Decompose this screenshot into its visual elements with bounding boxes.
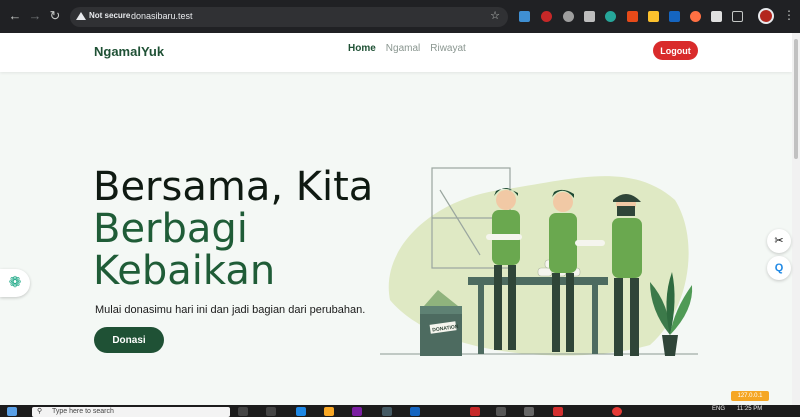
extension-icon[interactable] [627, 11, 638, 22]
forward-arrow-icon[interactable]: → [28, 9, 42, 23]
address-bar[interactable]: Not secure donasibaru.test ☆ [70, 7, 508, 27]
ip-badge: 127.0.0.1 [731, 391, 769, 401]
browser-toolbar: ← → ↻ Not secure donasibaru.test ☆ ⋮ [0, 0, 800, 33]
scrollbar-thumb[interactable] [794, 39, 798, 159]
q-assistant-icon[interactable]: Q [767, 256, 791, 280]
word-icon[interactable] [410, 407, 420, 416]
clock-time[interactable]: 11:25 PM [737, 406, 762, 412]
taskbar-app-icon[interactable] [266, 407, 276, 416]
hero-title-line-1: Bersama, Kita [93, 164, 374, 210]
taskbar-app-icon[interactable] [352, 407, 362, 416]
nav-home[interactable]: Home [348, 43, 376, 54]
extension-icon[interactable] [648, 11, 659, 22]
hero-title-line-3: Kebaikan [93, 248, 276, 294]
taskbar-app-icon[interactable] [553, 407, 563, 416]
taskbar-app-icon[interactable] [496, 407, 506, 416]
extension-icon[interactable] [541, 11, 552, 22]
hero-subtitle: Mulai donasimu hari ini dan jadi bagian … [95, 304, 366, 316]
extension-icon[interactable] [519, 11, 530, 22]
acrobat-icon[interactable] [470, 407, 480, 416]
logout-button[interactable]: Logout [653, 41, 698, 60]
language-indicator[interactable]: ENG [712, 406, 725, 412]
reload-icon[interactable]: ↻ [48, 9, 62, 23]
profile-avatar[interactable] [758, 8, 774, 24]
star-icon[interactable]: ☆ [490, 9, 500, 22]
search-icon: ⚲ [37, 408, 43, 415]
extension-icon[interactable] [584, 11, 595, 22]
windows-taskbar: ⚲ Type here to search ENG 11:25 PM [0, 405, 800, 417]
extension-icon[interactable] [669, 11, 680, 22]
file-explorer-icon[interactable] [324, 407, 334, 416]
scissors-icon[interactable]: ✂ [767, 229, 791, 253]
more-menu-icon[interactable]: ⋮ [783, 8, 795, 22]
security-label: Not secure [89, 11, 131, 20]
chrome-icon[interactable] [612, 407, 622, 416]
main-nav: Home Ngamal Riwayat [348, 43, 466, 54]
warning-icon [76, 11, 86, 20]
volunteers-illustration: DONATION [380, 167, 698, 356]
nav-ngamal[interactable]: Ngamal [386, 43, 420, 54]
extensions-puzzle-icon[interactable] [732, 11, 743, 22]
taskbar-search-placeholder: Type here to search [52, 408, 114, 415]
extension-icon[interactable] [711, 11, 722, 22]
taskbar-app-icon[interactable] [382, 407, 392, 416]
taskbar-app-icon[interactable] [524, 407, 534, 416]
extension-icon[interactable] [690, 11, 701, 22]
nav-riwayat[interactable]: Riwayat [430, 43, 466, 54]
taskbar-search[interactable]: ⚲ Type here to search [32, 407, 230, 417]
brand-logo-text[interactable]: NgamalYuk [94, 44, 164, 59]
security-indicator[interactable]: Not secure [76, 11, 130, 20]
task-view-icon[interactable] [238, 407, 248, 416]
extension-icon[interactable] [563, 11, 574, 22]
hero-title-line-2: Berbagi [93, 206, 248, 252]
url-text[interactable]: donasibaru.test [131, 11, 193, 21]
hero-title: Bersama, Kita Berbagi Kebaikan [93, 166, 373, 292]
site-navbar: NgamalYuk Home Ngamal Riwayat Logout [0, 33, 792, 72]
windows-icon[interactable] [7, 407, 17, 416]
chatgpt-icon[interactable]: ❁ [0, 269, 30, 297]
vscode-icon[interactable] [296, 407, 306, 416]
extension-icon[interactable] [605, 11, 616, 22]
donasi-button[interactable]: Donasi [94, 327, 164, 353]
back-arrow-icon[interactable]: ← [8, 9, 22, 23]
page-scrollbar[interactable] [792, 33, 800, 405]
